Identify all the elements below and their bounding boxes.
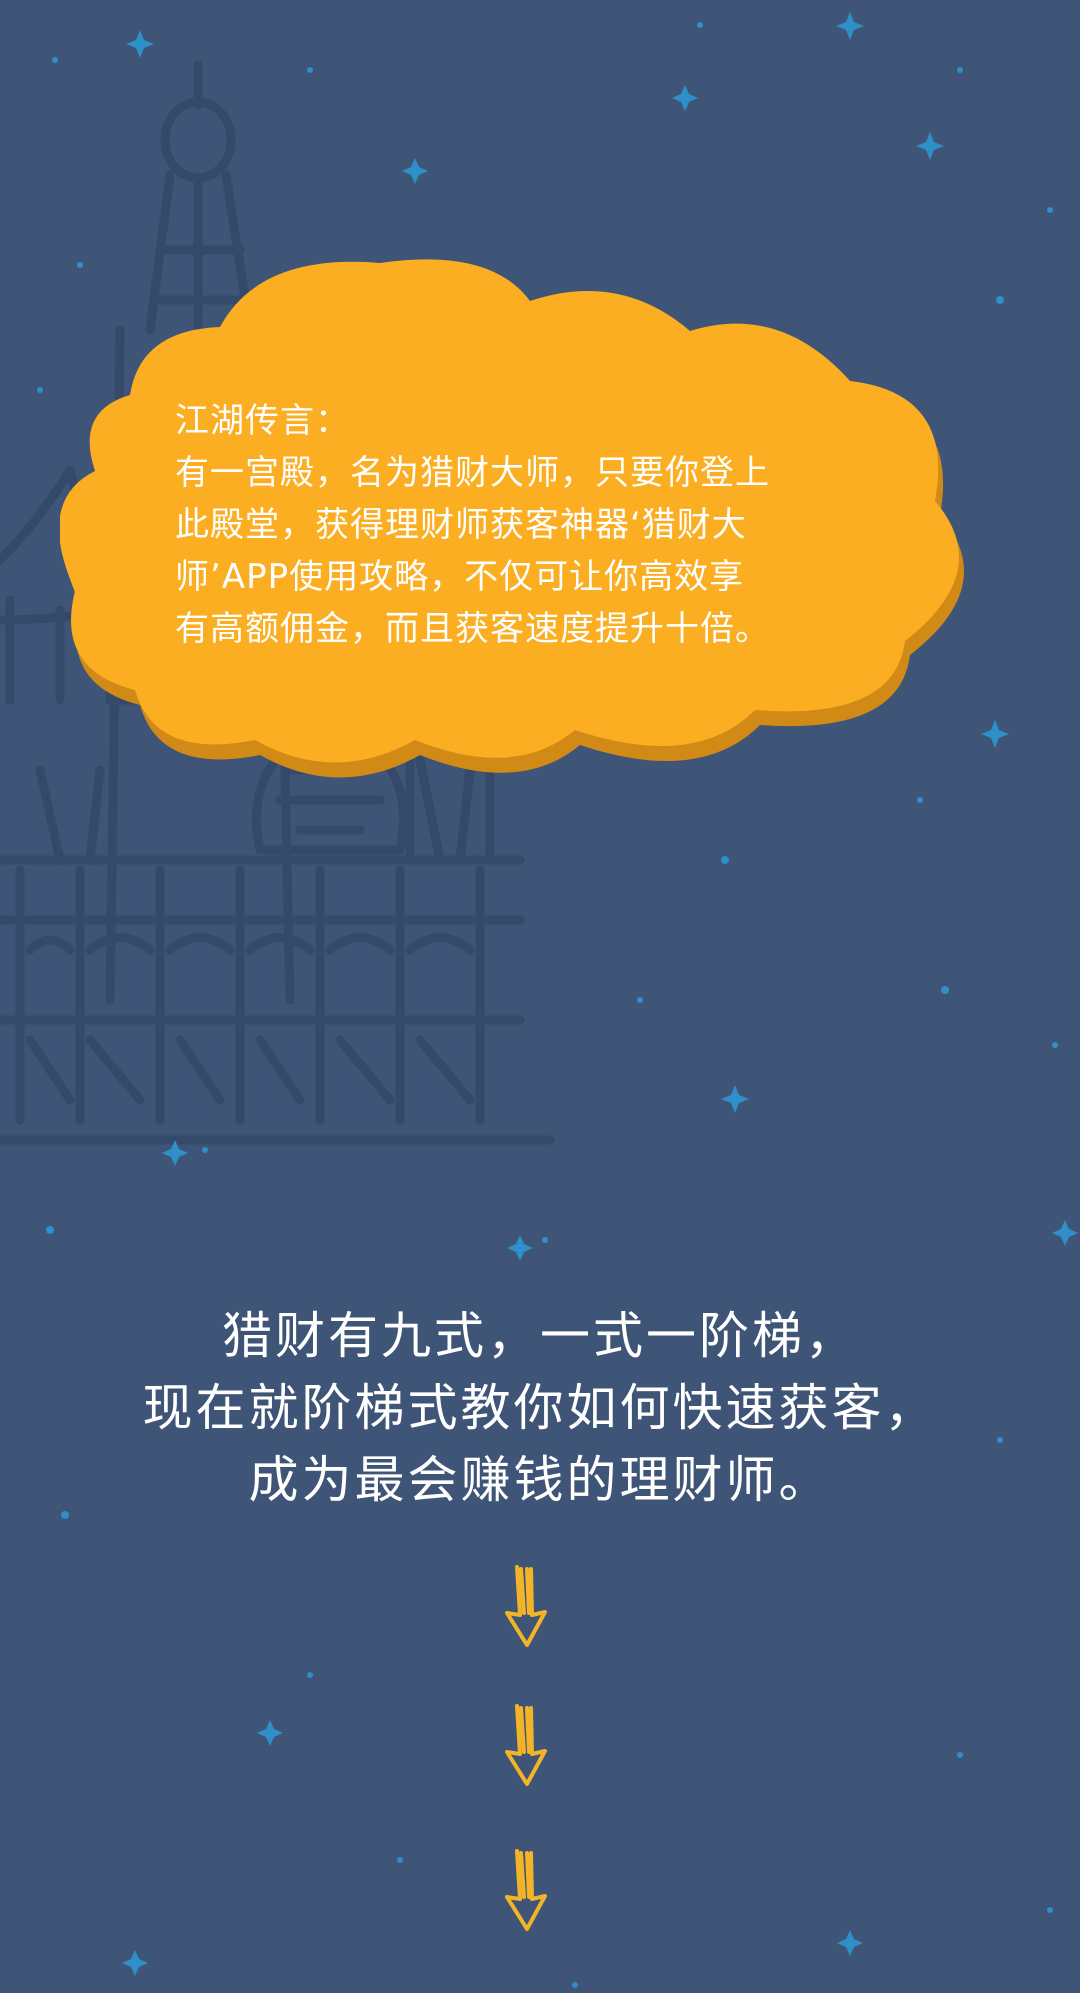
main-line: 现在就阶梯式教你如何快速获客，: [142, 1379, 938, 1437]
cloud-line: 师’APP使用攻略，不仅可让你高效享: [175, 557, 745, 597]
main-line: 猎财有九式，一式一阶梯，: [222, 1307, 858, 1365]
sparkle-star-icon: [257, 1720, 283, 1746]
cloud-bubble: 江湖传言： 有一宫殿，名为猎财大师，只要你登上 此殿堂，获得理财师获客神器‘猎财…: [60, 255, 1010, 785]
sparkle-star-icon: [122, 1950, 148, 1976]
cloud-text: 江湖传言： 有一宫殿，名为猎财大师，只要你登上 此殿堂，获得理财师获客神器‘猎财…: [175, 395, 935, 655]
sparkle-star-icon: [402, 158, 428, 184]
main-line: 成为最会赚钱的理财师。: [248, 1451, 832, 1509]
hand-drawn-down-arrow-icon: [505, 1704, 547, 1786]
cloud-line: 有一宫殿，名为猎财大师，只要你登上: [175, 453, 770, 493]
hand-drawn-down-arrow-icon: [505, 1565, 547, 1647]
cloud-line: 此殿堂，获得理财师获客神器‘猎财大: [175, 505, 747, 545]
poster-page: 江湖传言： 有一宫殿，名为猎财大师，只要你登上 此殿堂，获得理财师获客神器‘猎财…: [0, 0, 1080, 1993]
cloud-line: 有高额佣金，而且获客速度提升十倍。: [175, 609, 770, 649]
sparkle-star-icon: [837, 1930, 863, 1956]
sparkle-star-icon: [836, 12, 864, 40]
sparkle-star-icon: [916, 132, 944, 160]
sparkle-star-icon: [126, 30, 154, 58]
sparkle-star-icon: [507, 1235, 533, 1261]
sparkle-star-icon: [1052, 1220, 1078, 1246]
hand-drawn-down-arrow-icon: [505, 1849, 547, 1931]
sparkle-star-icon: [721, 1085, 749, 1113]
main-statement: 猎财有九式，一式一阶梯， 现在就阶梯式教你如何快速获客， 成为最会赚钱的理财师。: [0, 1300, 1080, 1516]
sparkle-star-icon: [672, 85, 698, 111]
cloud-heading: 江湖传言：: [175, 401, 350, 441]
